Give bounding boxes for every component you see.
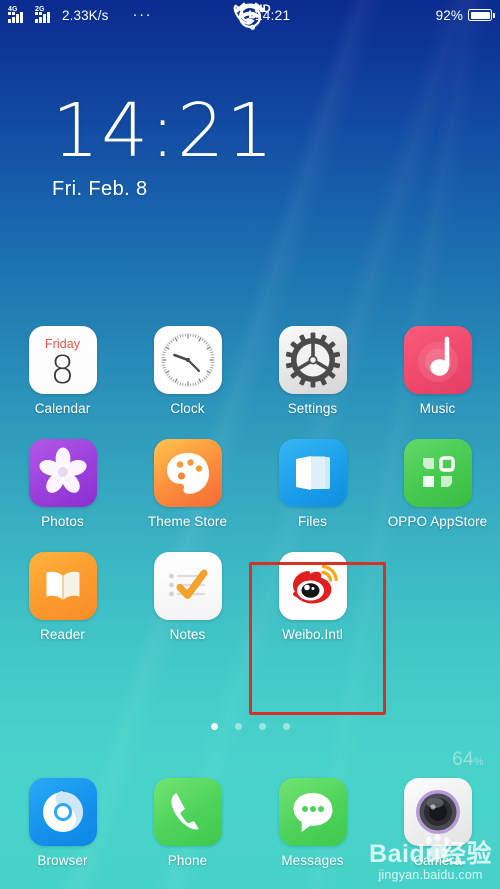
hd-call-icon: HD [233,3,431,25]
app-row: Reader Notes Weibo.Intl [0,552,500,642]
clock-icon[interactable] [153,326,222,394]
app-calendar[interactable]: Friday 8 Calendar [0,326,125,416]
speech-bubble-icon[interactable] [278,778,347,846]
app-reader[interactable]: Reader [0,552,125,642]
calendar-icon[interactable]: Friday 8 [28,326,97,394]
clock-widget-time: 14:21 [52,88,276,174]
weibo-eye-icon[interactable] [278,552,347,620]
battery-overlay-percent: 64% [452,749,484,770]
svg-text:HD: HD [254,3,271,15]
app-label: Clock [170,401,205,416]
app-label: Settings [287,401,338,416]
app-weibo-intl[interactable]: Weibo.Intl [250,552,375,642]
app-label: OPPO AppStore [387,514,488,529]
page-dot-4[interactable] [282,723,290,730]
flower-icon[interactable] [28,439,97,507]
app-music[interactable]: Music [375,326,500,416]
app-empty-slot [375,552,500,642]
app-files[interactable]: Files [250,439,375,529]
app-clock[interactable]: Clock [125,326,250,416]
dock-item-browser[interactable]: Browser [0,778,125,868]
app-row: Photos Theme Store Files OPPO AppStore [0,439,500,529]
app-photos[interactable]: Photos [0,439,125,529]
dock-item-phone[interactable]: Phone [125,778,250,868]
watermark-url: jingyan.baidu.com [378,868,483,882]
app-label: Weibo.Intl [282,627,343,642]
app-oppo-appstore[interactable]: OPPO AppStore [375,439,500,529]
camera-lens-icon[interactable] [403,778,472,846]
status-bar: 4G 2G 2.33K/s ··· 14:21 HD 92% [0,0,500,30]
app-row: Friday 8 Calendar Clock Settings Music [0,326,500,416]
page-dot-1[interactable] [210,723,218,730]
clock-widget-date: Fri. Feb. 8 [52,178,148,200]
app-label: Phone [167,853,208,868]
folder-icon[interactable] [278,439,347,507]
app-label: Messages [281,853,344,868]
dock-item-messages[interactable]: Messages [250,778,375,868]
app-label: Files [297,514,327,529]
checkmark-notes-icon[interactable] [153,552,222,620]
battery-icon [468,9,495,21]
app-label: Notes [169,627,206,642]
dock: Browser Phone Messages Camera [0,778,500,868]
app-label: Photos [41,514,84,529]
app-label: Reader [40,627,85,642]
app-label: Camera [413,853,462,868]
paint-palette-icon[interactable] [153,439,222,507]
music-note-icon[interactable] [403,326,472,394]
app-label: Music [419,401,456,416]
app-notes[interactable]: Notes [125,552,250,642]
home-screen: 4G 2G 2.33K/s ··· 14:21 HD 92% 14:21 Fri… [0,0,500,889]
page-indicator[interactable] [0,723,500,730]
page-dot-2[interactable] [234,723,242,730]
app-theme-store[interactable]: Theme Store [125,439,250,529]
app-settings[interactable]: Settings [250,326,375,416]
open-book-icon[interactable] [28,552,97,620]
browser-swirl-icon[interactable] [28,778,97,846]
phone-handset-icon[interactable] [153,778,222,846]
dock-item-camera[interactable]: Camera [375,778,500,868]
app-label: Browser [37,853,88,868]
calendar-day-number: 8 [50,348,75,392]
page-dot-3[interactable] [258,723,266,730]
app-label: Theme Store [147,514,228,529]
app-label: Calendar [34,401,91,416]
appstore-grid-icon[interactable] [403,439,472,507]
gear-icon[interactable] [278,326,347,394]
app-grid: Friday 8 Calendar Clock Settings Music P… [0,326,500,642]
clock-widget[interactable]: 14:21 Fri. Feb. 8 [0,92,500,201]
status-bar-right: HD 92% [233,2,495,28]
